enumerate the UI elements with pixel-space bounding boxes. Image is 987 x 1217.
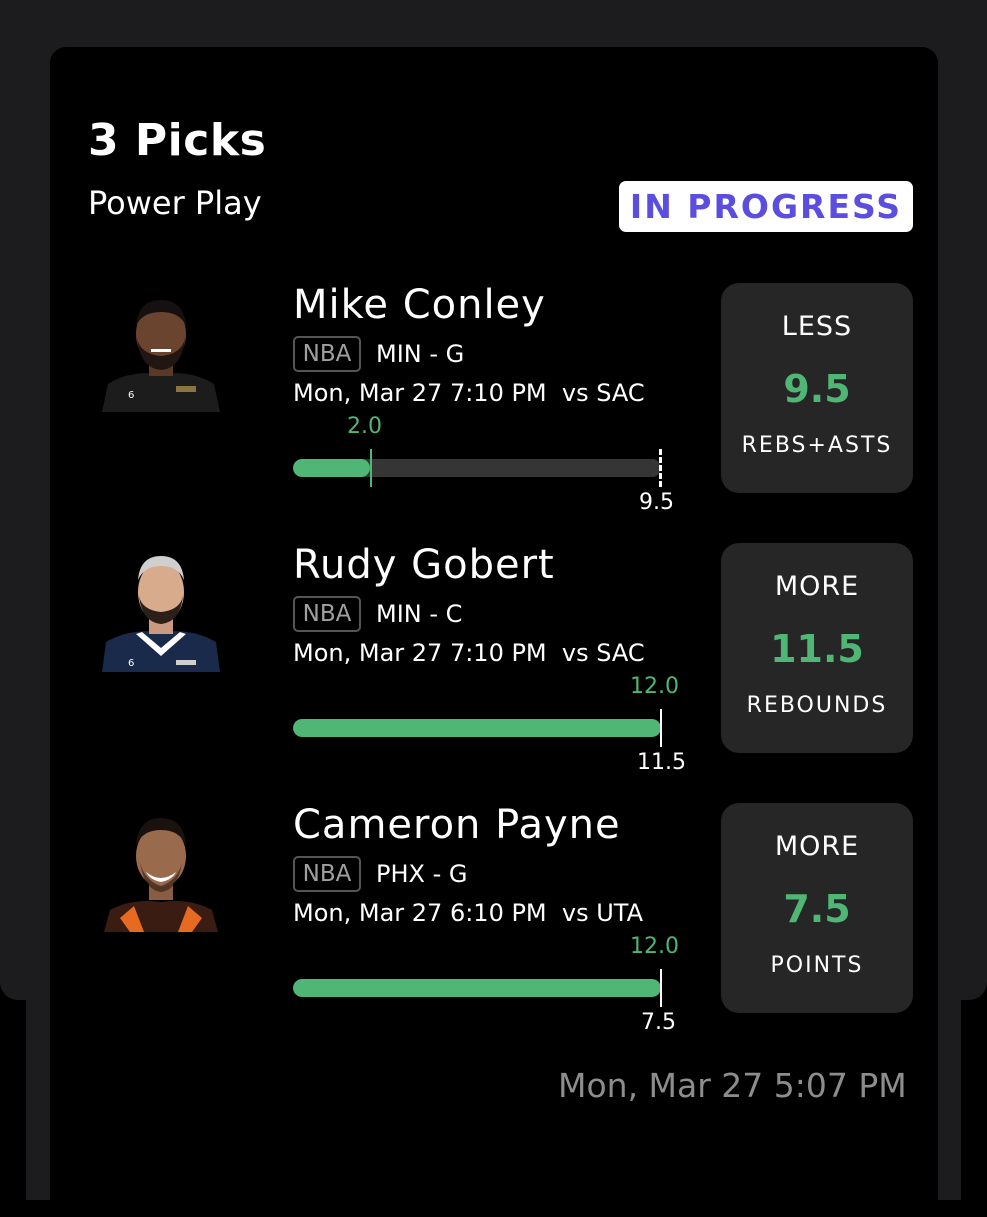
player-avatar: 6 [100,290,222,412]
line-marker [660,709,662,747]
progress-fill [293,459,371,477]
game-info: Mon, Mar 27 7:10 PM vs SAC [293,639,645,667]
league-tag: NBA [293,336,361,372]
pick-direction: MORE [774,831,860,862]
team-position: PHX - G [376,860,468,888]
progress-bar [293,979,661,997]
line-value-label: 11.5 [637,750,686,775]
pick-line-value: 9.5 [783,367,851,411]
game-info: Mon, Mar 27 6:10 PM vs UTA [293,899,644,927]
current-stat-value: 2.0 [347,414,382,439]
game-info: Mon, Mar 27 7:10 PM vs SAC [293,379,645,407]
player-name[interactable]: Cameron Payne [293,805,621,845]
progress-bar [293,719,661,737]
pick-row[interactable]: 6 Mike Conley NBA MIN - G Mon, Mar 27 7:… [50,260,938,520]
pick-selection-box[interactable]: MORE 11.5 REBOUNDS [721,543,913,753]
current-stat-value: 12.0 [630,934,679,959]
entry-timestamp: Mon, Mar 27 5:07 PM [558,1066,907,1105]
line-marker [660,969,662,1007]
player-avatar [100,810,222,932]
player-name[interactable]: Mike Conley [293,285,546,325]
pick-line-value: 7.5 [783,887,851,931]
background-frame-right [937,0,961,1200]
entry-card[interactable]: 3 Picks Power Play IN PROGRESS 6 Mike Co… [50,47,938,1217]
pick-stat-type: POINTS [770,953,864,978]
current-value-marker [370,449,372,487]
team-position: MIN - C [376,600,463,628]
line-marker [659,449,662,487]
pick-selection-box[interactable]: LESS 9.5 REBS+ASTS [721,283,913,493]
league-tag: NBA [293,856,361,892]
pick-direction: MORE [774,571,860,602]
league-tag: NBA [293,596,361,632]
progress-fill [293,979,661,997]
line-value-label: 9.5 [639,490,674,515]
line-value-label: 7.5 [641,1010,676,1035]
page-title: 3 Picks [88,115,267,166]
team-position: MIN - G [376,340,465,368]
progress-bar [293,459,661,477]
pick-stat-type: REBOUNDS [746,693,888,718]
pick-selection-box[interactable]: MORE 7.5 POINTS [721,803,913,1013]
current-stat-value: 12.0 [630,674,679,699]
entry-type: Power Play [88,184,262,222]
background-frame-left [26,0,50,1200]
svg-text:6: 6 [128,390,134,401]
pick-direction: LESS [781,311,853,342]
status-badge: IN PROGRESS [619,181,913,232]
pick-line-value: 11.5 [770,627,864,671]
svg-text:6: 6 [128,658,134,669]
progress-fill [293,719,661,737]
player-avatar: 6 [100,550,222,672]
pick-row[interactable]: Cameron Payne NBA PHX - G Mon, Mar 27 6:… [50,780,938,1040]
pick-stat-type: REBS+ASTS [741,433,893,458]
pick-row[interactable]: 6 Rudy Gobert NBA MIN - C Mon, Mar 27 7:… [50,520,938,780]
player-name[interactable]: Rudy Gobert [293,545,555,585]
